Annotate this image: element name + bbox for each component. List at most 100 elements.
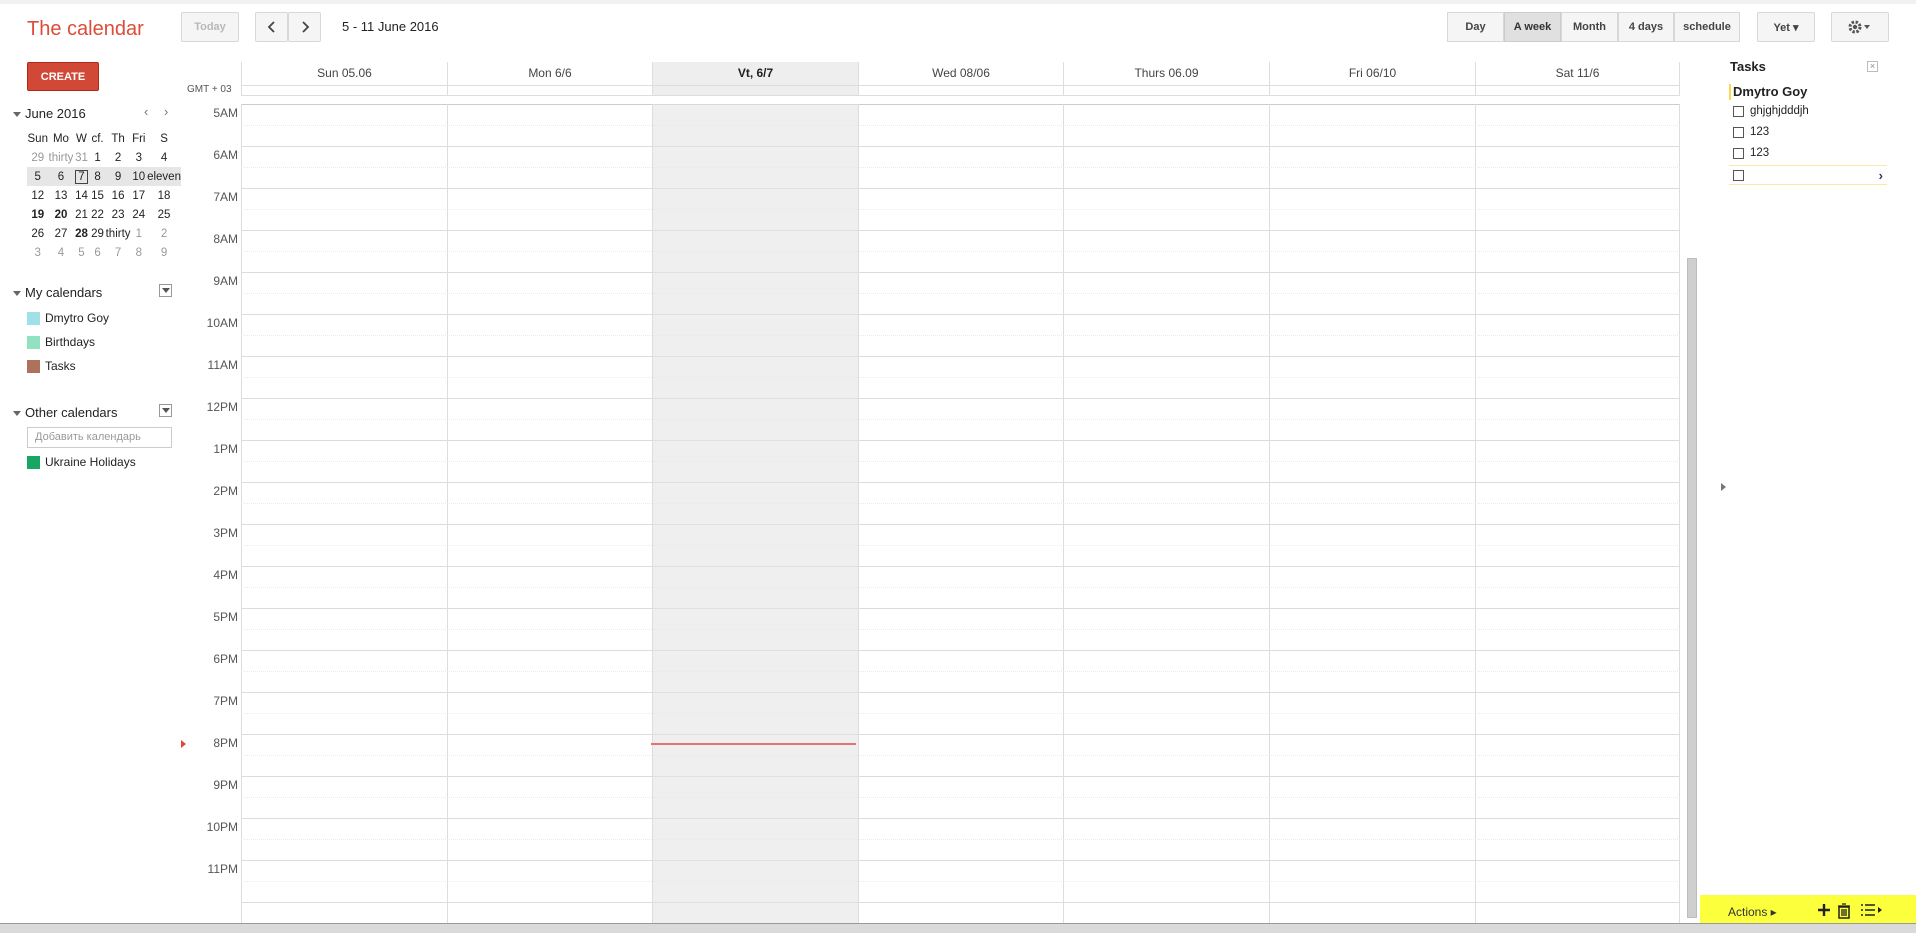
mini-calendar-day[interactable]: 31	[73, 148, 89, 167]
day-column[interactable]	[858, 104, 1063, 923]
mini-calendar-day[interactable]: 14	[73, 186, 89, 205]
mini-calendar-day[interactable]: 29	[90, 224, 106, 243]
view-month-button[interactable]: Month	[1561, 12, 1618, 42]
gear-icon	[1848, 20, 1870, 34]
view-4days-button[interactable]: 4 days	[1618, 12, 1674, 42]
weekday-label: S	[160, 132, 168, 145]
hour-label: 5PM	[213, 610, 238, 624]
task-item[interactable]: ghjghjdddjh	[1733, 105, 1809, 117]
task-label[interactable]: 123	[1750, 126, 1769, 138]
settings-button[interactable]	[1831, 12, 1889, 42]
mini-calendar-day[interactable]: 6	[48, 167, 74, 186]
view-week-button[interactable]: A week	[1504, 12, 1561, 42]
chevron-right-icon[interactable]: ›	[1879, 168, 1883, 183]
mini-calendar-day[interactable]: 10	[130, 167, 148, 186]
mini-calendar-day[interactable]: 21	[73, 205, 89, 224]
next-week-button[interactable]	[288, 12, 321, 42]
mini-calendar-day[interactable]: 26	[27, 224, 49, 243]
tasks-actions-menu[interactable]: Actions ▸	[1728, 905, 1777, 919]
trash-icon[interactable]	[1837, 903, 1851, 924]
add-task-icon[interactable]	[1817, 903, 1831, 922]
app-title[interactable]: The calendar	[27, 18, 144, 41]
mini-calendar-day[interactable]: 7	[106, 243, 131, 259]
mini-calendar-day[interactable]: 8	[131, 243, 148, 259]
hour-label: 12PM	[206, 400, 238, 414]
mini-calendar-next[interactable]: ›	[164, 104, 168, 119]
my-calendars-header[interactable]: My calendars	[13, 285, 102, 300]
mini-calendar-day[interactable]: 5	[27, 167, 49, 186]
other-calendars-menu-button[interactable]	[159, 404, 172, 417]
task-checkbox[interactable]	[1733, 147, 1744, 159]
mini-calendar-day[interactable]: 8	[89, 167, 106, 186]
day-column[interactable]	[447, 104, 652, 923]
mini-calendar-day[interactable]: eleven	[147, 167, 181, 186]
calendar-item-tasks[interactable]: Tasks	[27, 359, 76, 373]
mini-calendar-day[interactable]: 9	[105, 167, 131, 186]
mini-calendar-day[interactable]: 28	[73, 224, 89, 243]
mini-calendar-day[interactable]: 1	[131, 224, 148, 243]
mini-calendar-day[interactable]: 2	[106, 148, 131, 167]
mini-calendar-day[interactable]: 27	[49, 224, 74, 243]
mini-calendar-header[interactable]: June 2016	[13, 106, 86, 121]
half-hour-line	[241, 503, 1680, 504]
mini-calendar-day[interactable]: 4	[147, 148, 181, 167]
mini-calendar-day[interactable]: 6	[90, 243, 106, 259]
my-calendars-menu-button[interactable]	[159, 284, 172, 297]
mini-calendar-day[interactable]: 24	[131, 205, 148, 224]
task-label[interactable]: 123	[1750, 147, 1769, 159]
mini-calendar-day[interactable]: 13	[49, 186, 74, 205]
mini-calendar-day[interactable]: 1	[90, 148, 106, 167]
calendar-item-birthdays[interactable]: Birthdays	[27, 335, 95, 349]
new-task-row[interactable]: ›	[1729, 165, 1887, 185]
mini-calendar-day[interactable]: 12	[27, 186, 49, 205]
mini-calendar-day[interactable]: 15	[90, 186, 106, 205]
view-schedule-button[interactable]: schedule	[1674, 12, 1740, 42]
prev-week-button[interactable]	[255, 12, 288, 42]
task-item[interactable]: 123	[1733, 147, 1769, 159]
mini-calendar-day[interactable]: 3	[27, 243, 49, 259]
calendar-item-dmytro-goy[interactable]: Dmytro Goy	[27, 311, 109, 325]
day-column-today[interactable]	[652, 104, 858, 923]
mini-calendar-day[interactable]: 20	[49, 205, 74, 224]
mini-calendar-day[interactable]: 25	[147, 205, 181, 224]
add-calendar-input[interactable]: Добавить календарь	[27, 427, 172, 448]
view-day-button[interactable]: Day	[1447, 12, 1504, 42]
today-button[interactable]: Today	[181, 12, 239, 42]
task-list-menu-icon[interactable]	[1860, 903, 1884, 922]
mini-calendar-day[interactable]: 16	[106, 186, 131, 205]
mini-calendar-day[interactable]: 19	[27, 205, 49, 224]
task-item[interactable]: 123	[1733, 126, 1769, 138]
mini-calendar-prev[interactable]: ‹	[144, 104, 148, 119]
mini-calendar-month: June 2016	[25, 106, 86, 121]
create-event-button[interactable]: CREATE	[27, 62, 99, 91]
all-day-row[interactable]	[241, 85, 1680, 96]
mini-calendar-day[interactable]: 3	[131, 148, 148, 167]
day-column[interactable]	[1475, 104, 1680, 923]
other-calendars-header[interactable]: Other calendars	[13, 405, 118, 420]
mini-calendar-day[interactable]: 2	[147, 224, 181, 243]
calendar-item-ukraine-holidays[interactable]: Ukraine Holidays	[27, 455, 136, 469]
task-checkbox[interactable]	[1733, 126, 1744, 138]
task-checkbox[interactable]	[1733, 105, 1744, 117]
mini-calendar-day[interactable]: thirty	[49, 148, 74, 167]
grid-scrollbar[interactable]	[1687, 258, 1697, 918]
mini-calendar-day[interactable]: 9	[147, 243, 181, 259]
mini-calendar-day[interactable]: 17	[131, 186, 148, 205]
expand-side-panel-icon[interactable]	[1718, 480, 1730, 494]
task-label[interactable]: ghjghjdddjh	[1750, 105, 1809, 117]
mini-calendar-day[interactable]: 22	[90, 205, 106, 224]
more-views-button[interactable]: Yet ▾	[1757, 12, 1815, 42]
mini-calendar-day[interactable]: 5	[73, 243, 89, 259]
mini-calendar-day[interactable]: 29	[27, 148, 49, 167]
mini-calendar-day[interactable]: thirty	[106, 224, 131, 243]
task-checkbox[interactable]	[1733, 170, 1744, 181]
half-hour-line	[241, 545, 1680, 546]
close-icon[interactable]: ×	[1867, 61, 1878, 72]
day-column[interactable]	[1269, 104, 1475, 923]
mini-calendar-day[interactable]: 18	[147, 186, 181, 205]
mini-calendar-day[interactable]: 4	[49, 243, 74, 259]
mini-calendar-today[interactable]: 7	[73, 167, 90, 186]
day-column[interactable]	[1063, 104, 1269, 923]
day-column[interactable]	[241, 104, 447, 923]
mini-calendar-day[interactable]: 23	[106, 205, 131, 224]
